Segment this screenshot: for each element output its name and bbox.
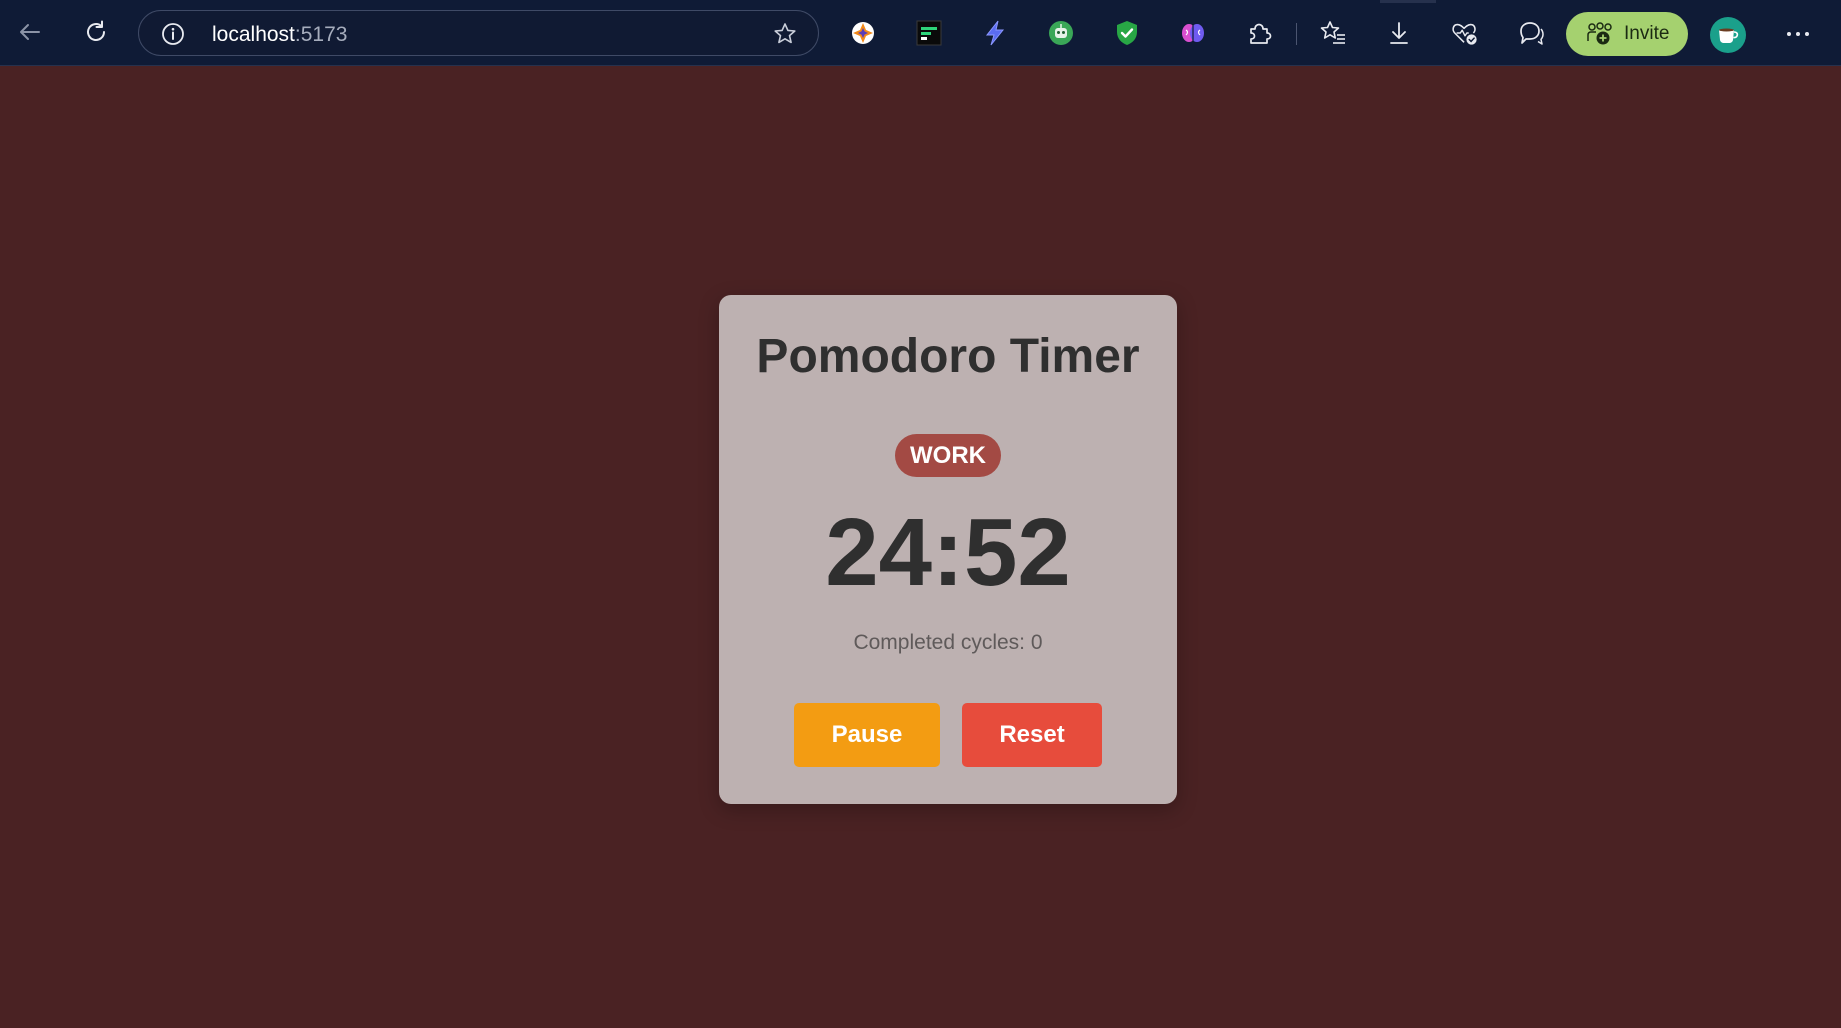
shield-extension-button[interactable] (1113, 19, 1141, 47)
extensions-button[interactable] (1245, 19, 1273, 47)
downloads-button[interactable] (1385, 19, 1413, 47)
toolbar-separator (1296, 23, 1297, 45)
star-list-icon (1320, 21, 1345, 44)
settings-more-button[interactable] (1780, 22, 1816, 46)
bolt-extension-button[interactable] (981, 19, 1009, 47)
reload-icon (87, 20, 105, 41)
coffee-cup-icon (1719, 28, 1739, 43)
address-bar[interactable]: localhost:5173 (138, 10, 819, 56)
page-title: Pomodoro Timer (756, 330, 1140, 383)
bolt-extension-icon (985, 20, 1005, 46)
url-host: localhost (212, 23, 295, 46)
star-icon[interactable] (772, 21, 798, 47)
puzzle-icon (1250, 23, 1272, 44)
tab-strip-accent (1380, 0, 1436, 3)
terminal-extension-icon (916, 20, 942, 46)
browser-toolbar: localhost:5173 Invite (0, 0, 1841, 66)
heart-check-icon (1452, 23, 1477, 45)
url-text[interactable]: localhost:5173 (212, 23, 347, 47)
more-dots-icon (1787, 32, 1809, 36)
brain-extension-button[interactable] (1179, 19, 1207, 47)
completed-cycles-text: Completed cycles: 0 (853, 631, 1043, 654)
favorites-button[interactable] (1319, 19, 1347, 47)
profile-avatar[interactable] (1710, 17, 1746, 53)
add-people-icon (1587, 22, 1612, 45)
invite-button[interactable]: Invite (1566, 12, 1688, 56)
arrow-left-icon (20, 24, 40, 40)
brain-extension-icon (1182, 24, 1204, 42)
chat-icon (1520, 22, 1544, 45)
sparkle-extension-button[interactable] (849, 19, 877, 47)
pomodoro-card: Pomodoro Timer WORK 24:52 Completed cycl… (719, 295, 1177, 804)
invite-label: Invite (1624, 23, 1670, 44)
robot-extension-button[interactable] (1047, 19, 1075, 47)
terminal-extension-button[interactable] (915, 19, 943, 47)
pause-button[interactable]: Pause (794, 703, 940, 767)
download-icon (1390, 22, 1408, 44)
reset-button[interactable]: Reset (962, 703, 1102, 767)
back-button[interactable] (8, 10, 52, 54)
mode-badge: WORK (895, 434, 1001, 477)
sparkle-extension-icon (852, 22, 874, 44)
info-icon[interactable] (161, 22, 185, 46)
url-port: :5173 (294, 23, 348, 46)
browser-essentials-button[interactable] (1451, 19, 1479, 47)
reload-button[interactable] (74, 10, 118, 54)
robot-extension-icon (1049, 21, 1073, 45)
timer-display: 24:52 (825, 499, 1071, 606)
shield-extension-icon (1117, 21, 1137, 45)
chat-button[interactable] (1517, 19, 1545, 47)
